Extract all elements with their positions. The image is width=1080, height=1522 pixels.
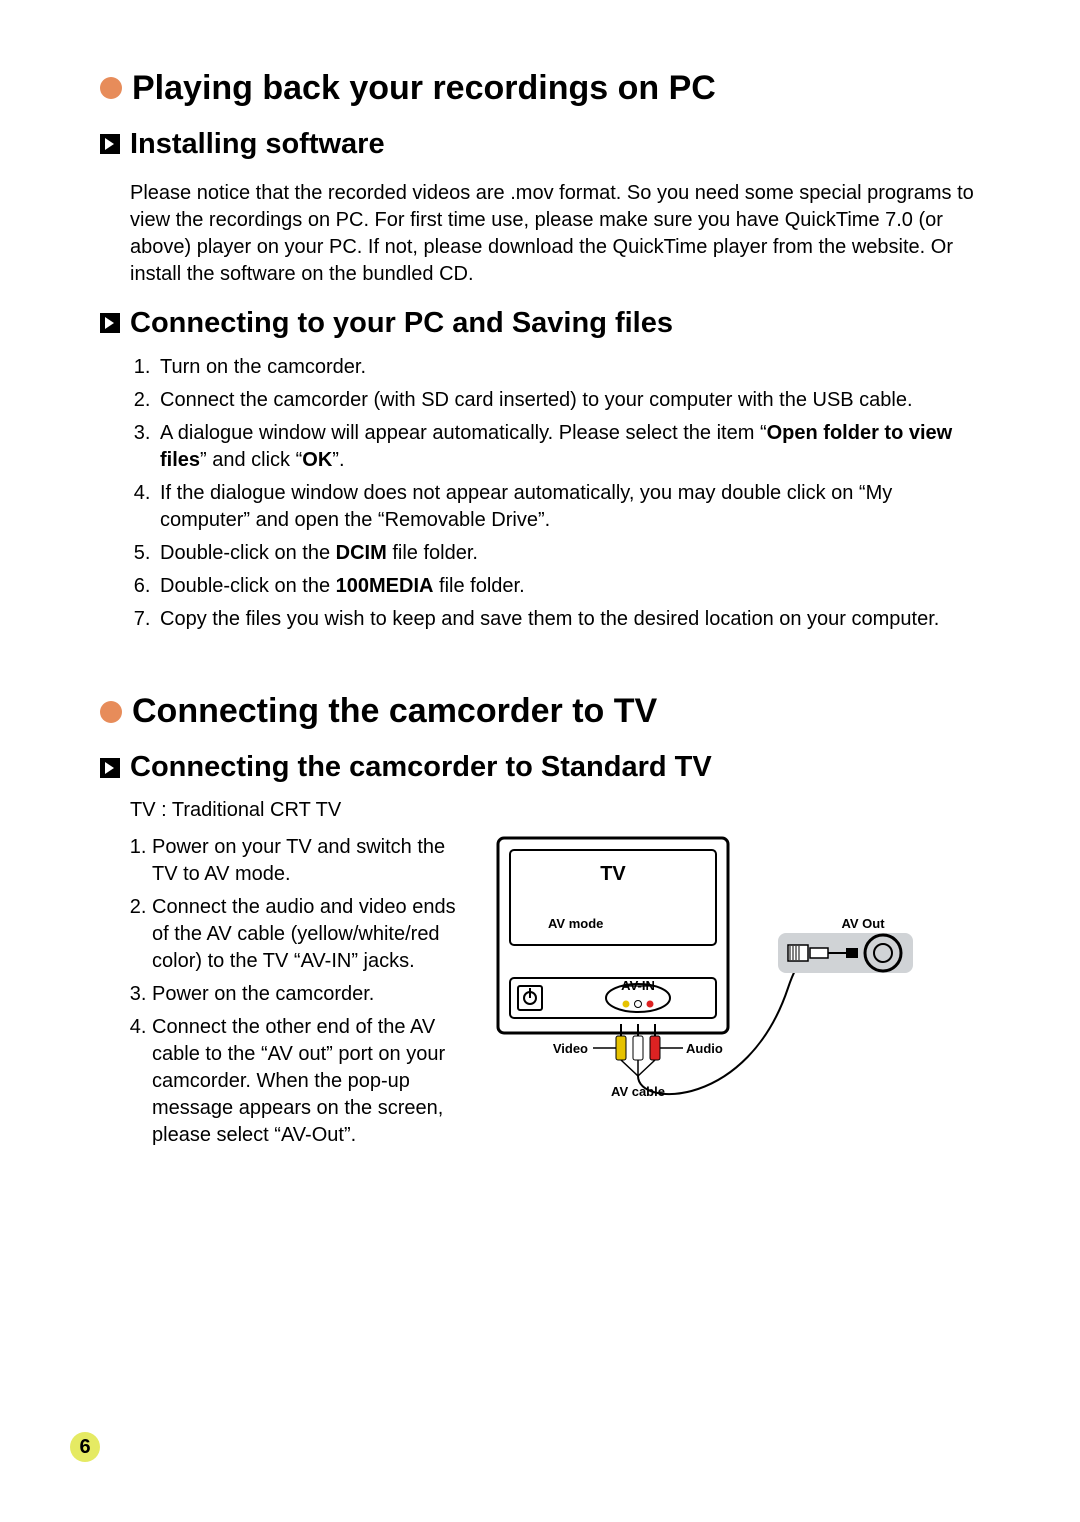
- section-2-title: Connecting the camcorder to TV: [132, 691, 657, 732]
- list-item: Turn on the camcorder.: [156, 354, 980, 381]
- list-item: Connect the other end of the AV cable to…: [152, 1014, 470, 1149]
- bullet-icon: [100, 701, 122, 723]
- list-item: A dialogue window will appear automatica…: [156, 420, 980, 474]
- av-cable-plugs: [616, 1024, 660, 1060]
- step-text: A dialogue window will appear automatica…: [160, 422, 767, 444]
- page-number: 6: [70, 1432, 100, 1462]
- subsection-standard-tv-heading: Connecting the camcorder to Standard TV: [100, 750, 980, 785]
- step-text: ”.: [332, 449, 344, 471]
- page-number-text: 6: [79, 1436, 90, 1459]
- step-text: Connect the other end of the AV cable to…: [152, 1016, 445, 1146]
- tv-note: TV : Traditional CRT TV: [130, 799, 980, 822]
- installing-software-paragraph: Please notice that the recorded videos a…: [130, 180, 980, 288]
- tv-steps-column: Power on your TV and switch the TV to AV…: [130, 828, 470, 1155]
- list-item: Copy the files you wish to keep and save…: [156, 606, 980, 633]
- document-page: Playing back your recordings on PC Insta…: [0, 0, 1080, 1522]
- diagram-svg: TV AV mode AV-IN: [488, 828, 918, 1128]
- list-item: Power on your TV and switch the TV to AV…: [152, 834, 470, 888]
- av-cable-label: AV cable: [611, 1084, 665, 1099]
- step-text: Double-click on the: [160, 542, 336, 564]
- step-text: Connect the audio and video ends of the …: [152, 896, 456, 972]
- list-item: Power on the camcorder.: [152, 981, 470, 1008]
- arrow-icon: [100, 134, 120, 154]
- tv-steps-list: Power on your TV and switch the TV to AV…: [130, 834, 470, 1149]
- section-1-title: Playing back your recordings on PC: [132, 68, 716, 109]
- step-bold: 100MEDIA: [336, 575, 434, 597]
- subsection-connecting-pc-heading: Connecting to your PC and Saving files: [100, 306, 980, 341]
- av-in-label: AV-IN: [621, 978, 655, 993]
- subsection-connecting-pc-title: Connecting to your PC and Saving files: [130, 306, 673, 341]
- audio-label: Audio: [686, 1041, 723, 1056]
- step-bold: DCIM: [336, 542, 387, 564]
- list-item: Connect the camcorder (with SD card inse…: [156, 387, 980, 414]
- arrow-icon: [100, 758, 120, 778]
- step-text: If the dialogue window does not appear a…: [160, 482, 892, 531]
- subsection-standard-tv-title: Connecting the camcorder to Standard TV: [130, 750, 712, 785]
- av-out-label: AV Out: [841, 916, 885, 931]
- video-label: Video: [553, 1041, 588, 1056]
- list-item: Connect the audio and video ends of the …: [152, 894, 470, 975]
- step-text: file folder.: [433, 575, 524, 597]
- arrow-icon: [100, 313, 120, 333]
- step-text: Double-click on the: [160, 575, 336, 597]
- step-text: file folder.: [387, 542, 478, 564]
- step-text: Power on the camcorder.: [152, 983, 374, 1005]
- step-text: Turn on the camcorder.: [160, 356, 366, 378]
- tv-connection-area: Power on your TV and switch the TV to AV…: [130, 828, 980, 1155]
- step-text: ” and click “: [200, 449, 302, 471]
- step-text: Connect the camcorder (with SD card inse…: [160, 389, 913, 411]
- list-item: Double-click on the 100MEDIA file folder…: [156, 573, 980, 600]
- tv-label: TV: [600, 863, 626, 885]
- subsection-installing-software-title: Installing software: [130, 127, 385, 162]
- step-text: Copy the files you wish to keep and save…: [160, 608, 939, 630]
- tv-connection-diagram: TV AV mode AV-IN: [488, 828, 918, 1133]
- bullet-icon: [100, 77, 122, 99]
- section-2-heading: Connecting the camcorder to TV: [100, 691, 980, 732]
- step-text: Power on your TV and switch the TV to AV…: [152, 836, 445, 885]
- step-bold: OK: [302, 449, 332, 471]
- subsection-installing-software-heading: Installing software: [100, 127, 980, 162]
- list-item: If the dialogue window does not appear a…: [156, 480, 980, 534]
- list-item: Double-click on the DCIM file folder.: [156, 540, 980, 567]
- connecting-pc-steps: Turn on the camcorder. Connect the camco…: [130, 354, 980, 633]
- av-mode-label: AV mode: [548, 916, 603, 931]
- section-1-heading: Playing back your recordings on PC: [100, 68, 980, 109]
